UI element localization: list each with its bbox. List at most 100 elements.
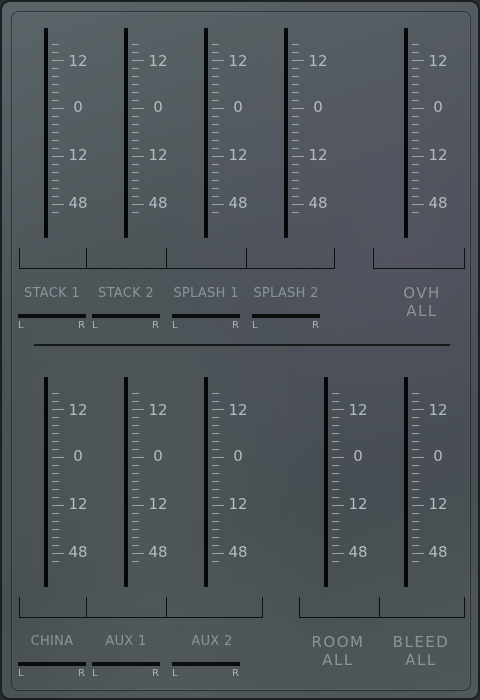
scale-label: 12 <box>228 146 248 164</box>
scale-tick <box>412 124 419 125</box>
scale-tick <box>412 441 419 442</box>
fader-track[interactable] <box>124 28 128 238</box>
fader-scale <box>292 28 304 238</box>
scale-label: 12 <box>68 495 88 513</box>
scale-tick <box>212 108 224 109</box>
scale-tick <box>132 537 139 538</box>
scale-tick <box>52 441 59 442</box>
scale-tick <box>132 441 139 442</box>
scale-tick <box>412 417 419 418</box>
fader-track[interactable] <box>284 28 288 238</box>
scale-tick <box>412 100 419 101</box>
scale-label: 0 <box>233 98 243 116</box>
scale-tick <box>292 172 299 173</box>
scale-tick <box>52 513 59 514</box>
scale-tick <box>412 108 424 109</box>
fader-room-all[interactable]: 12 0 12 48 <box>312 377 372 587</box>
level-meter-bar <box>92 662 160 666</box>
scale-tick <box>332 537 339 538</box>
meter-left-label: L <box>252 320 258 331</box>
scale-label: 12 <box>308 146 328 164</box>
scale-tick <box>52 148 59 149</box>
scale-tick <box>412 561 419 562</box>
fader-stack-1[interactable]: 12 0 12 48 <box>32 28 92 238</box>
mixer-panel: 12 0 12 48 12 0 12 48 12 0 12 48 12 0 12 48 12 0 12 48 … <box>0 0 480 700</box>
scale-tick <box>212 204 224 205</box>
fader-track[interactable] <box>124 377 128 587</box>
fader-track[interactable] <box>44 377 48 587</box>
scale-tick <box>132 212 139 213</box>
fader-bleed-all[interactable]: 12 0 12 48 <box>392 377 452 587</box>
scale-label: 48 <box>68 543 88 561</box>
scale-tick <box>212 433 219 434</box>
scale-tick <box>132 68 139 69</box>
fader-splash-1[interactable]: 12 0 12 48 <box>192 28 252 238</box>
scale-tick <box>212 521 219 522</box>
scale-tick <box>132 417 139 418</box>
scale-tick <box>332 529 339 530</box>
meter-left-label: L <box>18 320 24 331</box>
scale-label: 12 <box>148 146 168 164</box>
fader-track[interactable] <box>324 377 328 587</box>
meter-right-label: R <box>232 320 239 331</box>
meter-right-label: R <box>152 320 159 331</box>
fader-track[interactable] <box>204 377 208 587</box>
fader-track[interactable] <box>404 377 408 587</box>
fader-track[interactable] <box>404 28 408 238</box>
scale-tick <box>412 180 419 181</box>
scale-tick <box>412 433 419 434</box>
scale-tick <box>292 100 299 101</box>
scale-label: 0 <box>233 447 243 465</box>
scale-tick <box>212 393 219 394</box>
scale-tick <box>52 489 59 490</box>
scale-tick <box>132 457 144 458</box>
fader-splash-2[interactable]: 12 0 12 48 <box>272 28 332 238</box>
scale-tick <box>412 84 419 85</box>
scale-label: 0 <box>353 447 363 465</box>
scale-tick <box>212 164 219 165</box>
fader-stack-2[interactable]: 12 0 12 48 <box>112 28 172 238</box>
scale-tick <box>132 188 139 189</box>
scale-tick <box>332 401 339 402</box>
label-room-line2: ALL <box>322 651 354 669</box>
scale-tick <box>52 68 59 69</box>
meter-right-label: R <box>78 320 85 331</box>
scale-tick <box>52 44 59 45</box>
meter-right-label: R <box>78 668 85 679</box>
fader-ovh-all[interactable]: 12 0 12 48 <box>392 28 452 238</box>
scale-tick <box>132 393 139 394</box>
scale-tick <box>412 116 419 117</box>
scale-tick <box>412 465 419 466</box>
scale-label: 12 <box>68 401 88 419</box>
scale-tick <box>212 60 224 61</box>
scale-label: 0 <box>313 98 323 116</box>
scale-tick <box>212 92 219 93</box>
scale-tick <box>132 84 139 85</box>
scale-label: 48 <box>228 194 248 212</box>
scale-label: 12 <box>68 146 88 164</box>
scale-tick <box>412 457 424 458</box>
scale-label: 48 <box>68 194 88 212</box>
bracket-room-bleed <box>299 597 465 618</box>
fader-aux-2[interactable]: 12 0 12 48 <box>192 377 252 587</box>
bracket-ovh <box>373 248 465 269</box>
fader-track[interactable] <box>44 28 48 238</box>
scale-tick <box>412 76 419 77</box>
fader-china[interactable]: 12 0 12 48 <box>32 377 92 587</box>
scale-tick <box>52 196 59 197</box>
fader-track[interactable] <box>204 28 208 238</box>
label-ovh-line1: OVH <box>403 284 441 302</box>
scale-tick <box>52 457 64 458</box>
scale-tick <box>132 561 139 562</box>
scale-tick <box>212 100 219 101</box>
scale-tick <box>132 124 139 125</box>
scale-tick <box>412 44 419 45</box>
fader-scale <box>52 28 64 238</box>
scale-tick <box>212 513 219 514</box>
scale-tick <box>212 68 219 69</box>
scale-tick <box>52 553 64 554</box>
label-room-line1: ROOM <box>311 633 365 651</box>
fader-aux-1[interactable]: 12 0 12 48 <box>112 377 172 587</box>
scale-tick <box>332 441 339 442</box>
scale-label: 48 <box>148 543 168 561</box>
